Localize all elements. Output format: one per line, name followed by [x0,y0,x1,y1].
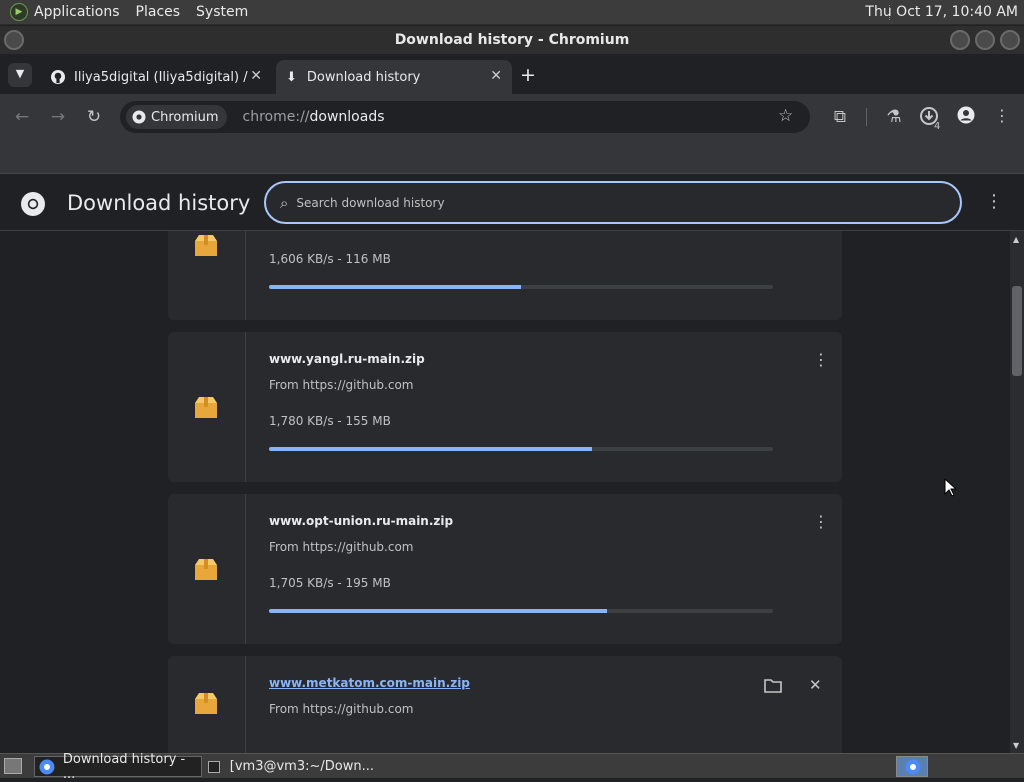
top-panel: ▶ Applications Places System Thu Oct 17,… [0,0,1024,25]
scroll-thumb[interactable] [1012,286,1022,376]
remove-item-icon[interactable]: ✕ [809,676,822,694]
chromium-logo-icon [21,192,45,216]
labs-flask-icon[interactable]: ⚗ [883,106,905,128]
terminal-icon [208,760,220,773]
window-title: Download history - Chromium [394,32,630,48]
download-progress-bar [269,447,773,451]
downloads-header: Download history ⌕ ⋮ [0,175,1024,231]
taskbar-item-chromium[interactable]: Download history - ... [34,752,202,782]
site-chip-label: Chromium [151,109,219,125]
mouse-cursor-icon [944,478,956,497]
extensions-icon[interactable]: ⧉ [829,106,851,128]
search-bar[interactable]: ⌕ [264,181,962,224]
workspace-switcher[interactable] [896,756,928,777]
item-menu-icon[interactable]: ⋮ [813,514,829,530]
file-source: From https://github.com [269,702,414,716]
taskbar: Download history - ... [vm3@vm3:~/Down..… [0,752,1024,782]
download-status: 1,780 KB/s - 155 MB [269,414,391,428]
chromium-icon [39,759,55,774]
maximize-button[interactable] [975,30,995,50]
toolbar-divider [866,108,867,126]
downloads-list: 1,606 KB/s - 116 MB www.yangl.ru-main.zi… [0,231,1010,753]
tab-search-chevron-icon[interactable]: ▼ [8,63,32,87]
window-menu-button[interactable] [4,30,24,50]
url-path: downloads [309,109,385,125]
file-icon-column [168,231,246,320]
bookmark-star-icon[interactable]: ☆ [778,106,793,126]
back-icon[interactable]: ← [11,106,33,128]
reload-icon[interactable]: ↻ [83,106,105,128]
new-tab-icon[interactable]: + [520,64,536,86]
file-source: From https://github.com [269,378,414,392]
downloads-count-badge: 4 [934,121,941,132]
page-scrollbar[interactable]: ▲ ▼ [1010,231,1024,753]
file-name[interactable]: www.yangl.ru-main.zip [269,352,425,366]
page-title: Download history [67,191,251,215]
tab-github[interactable]: Iliya5digital (Iliya5digital) / Re ✕ [40,60,272,94]
download-progress-bar [269,285,773,289]
chromium-icon [905,759,921,775]
download-item: www.metkatom.com-main.zip From https://g… [168,656,842,753]
minimize-button[interactable] [950,30,970,50]
taskbar-item-terminal[interactable]: [vm3@vm3:~/Down... [204,756,374,777]
close-window-button[interactable] [1000,30,1020,50]
progress-fill [269,285,521,289]
download-progress-bar [269,609,773,613]
downloads-button-icon[interactable]: 4 [918,106,940,132]
close-tab-icon[interactable]: ✕ [490,68,502,84]
archive-package-icon [195,693,217,714]
download-item: 1,606 KB/s - 116 MB [168,231,842,320]
tab-label: Download history [306,69,421,85]
progress-fill [269,609,607,613]
more-actions-icon[interactable]: ⋮ [985,191,1003,212]
forward-icon[interactable]: → [47,106,69,128]
scroll-up-icon[interactable]: ▲ [1013,235,1019,244]
download-item: www.yangl.ru-main.zip From https://githu… [168,332,842,482]
file-source: From https://github.com [269,540,414,554]
menu-system[interactable]: System [196,4,248,20]
menu-places[interactable]: Places [136,4,181,20]
file-icon-column [168,656,246,753]
show-in-folder-icon[interactable] [764,678,782,693]
file-name-link[interactable]: www.metkatom.com-main.zip [269,676,470,690]
download-item: www.opt-union.ru-main.zip From https://g… [168,494,842,644]
item-menu-icon[interactable]: ⋮ [813,352,829,368]
progress-fill [269,447,592,451]
chromium-icon [132,110,146,124]
url-scheme: chrome:// [242,109,310,125]
distro-logo-icon[interactable]: ▶ [10,3,28,21]
tab-strip: ▼ Iliya5digital (Iliya5digital) / Re ✕ ⬇… [0,54,1024,94]
download-status: 1,705 KB/s - 195 MB [269,576,391,590]
download-icon: ⬇ [286,69,297,85]
taskbar-item-label: [vm3@vm3:~/Down... [229,759,374,774]
clock[interactable]: Thu Oct 17, 10:40 AM [865,4,1018,20]
scroll-down-icon[interactable]: ▼ [1013,741,1019,750]
file-icon-column [168,332,246,482]
download-status: 1,606 KB/s - 116 MB [269,252,391,266]
window-titlebar[interactable]: Download history - Chromium [0,26,1024,54]
tab-label: Iliya5digital (Iliya5digital) / Re [74,69,249,85]
taskbar-item-label: Download history - ... [62,751,186,782]
browser-toolbar: ← → ↻ Chromium chrome://downloads ☆ ⧉ ⚗ … [0,94,1024,140]
archive-package-icon [195,235,217,256]
archive-package-icon [195,559,217,580]
close-tab-icon[interactable]: ✕ [250,68,262,84]
bookmark-bar [0,140,1024,174]
profile-avatar-icon[interactable] [955,106,977,128]
menu-applications[interactable]: Applications [34,4,120,20]
file-name[interactable]: www.opt-union.ru-main.zip [269,514,453,528]
github-icon [51,70,65,84]
archive-package-icon [195,397,217,418]
search-input[interactable] [296,195,897,210]
file-icon-column [168,494,246,644]
site-chip[interactable]: Chromium [126,105,227,129]
show-desktop-icon[interactable] [4,758,22,774]
chrome-menu-icon[interactable]: ⋮ [991,106,1013,128]
tab-download-history[interactable]: ⬇ Download history ✕ [276,60,512,94]
search-icon: ⌕ [280,193,289,212]
omnibox[interactable]: Chromium chrome://downloads ☆ [120,101,810,133]
